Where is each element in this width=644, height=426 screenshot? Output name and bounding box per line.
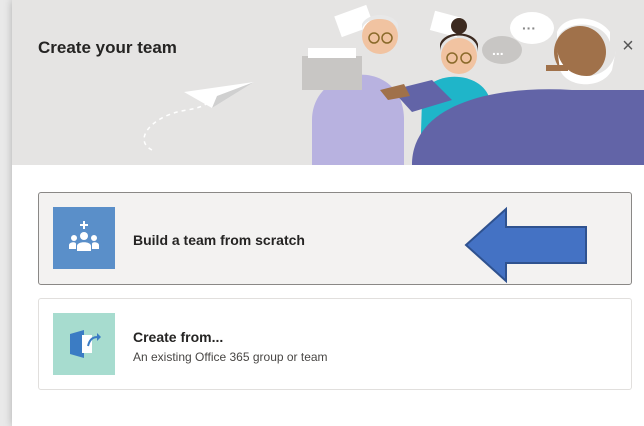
export-icon xyxy=(53,313,115,375)
close-icon: × xyxy=(622,35,634,57)
team-collaboration-illustration: ... ··· xyxy=(143,4,644,165)
team-plus-icon xyxy=(53,207,115,269)
left-arrow-icon xyxy=(464,206,587,284)
chat-bubble-text: ... xyxy=(492,42,504,58)
create-from-subtitle: An existing Office 365 group or team xyxy=(133,350,328,364)
create-from-option[interactable]: Create from... An existing Office 365 gr… xyxy=(38,298,632,390)
create-team-dialog: ... ··· Create your team × Build a team … xyxy=(12,0,644,426)
close-button[interactable]: × xyxy=(618,36,638,56)
create-from-title: Create from... xyxy=(133,329,224,345)
hero-banner: ... ··· Create your team × xyxy=(12,0,644,165)
dialog-title: Create your team xyxy=(38,38,177,57)
svg-text:···: ··· xyxy=(522,20,536,36)
build-from-scratch-title: Build a team from scratch xyxy=(133,232,305,248)
